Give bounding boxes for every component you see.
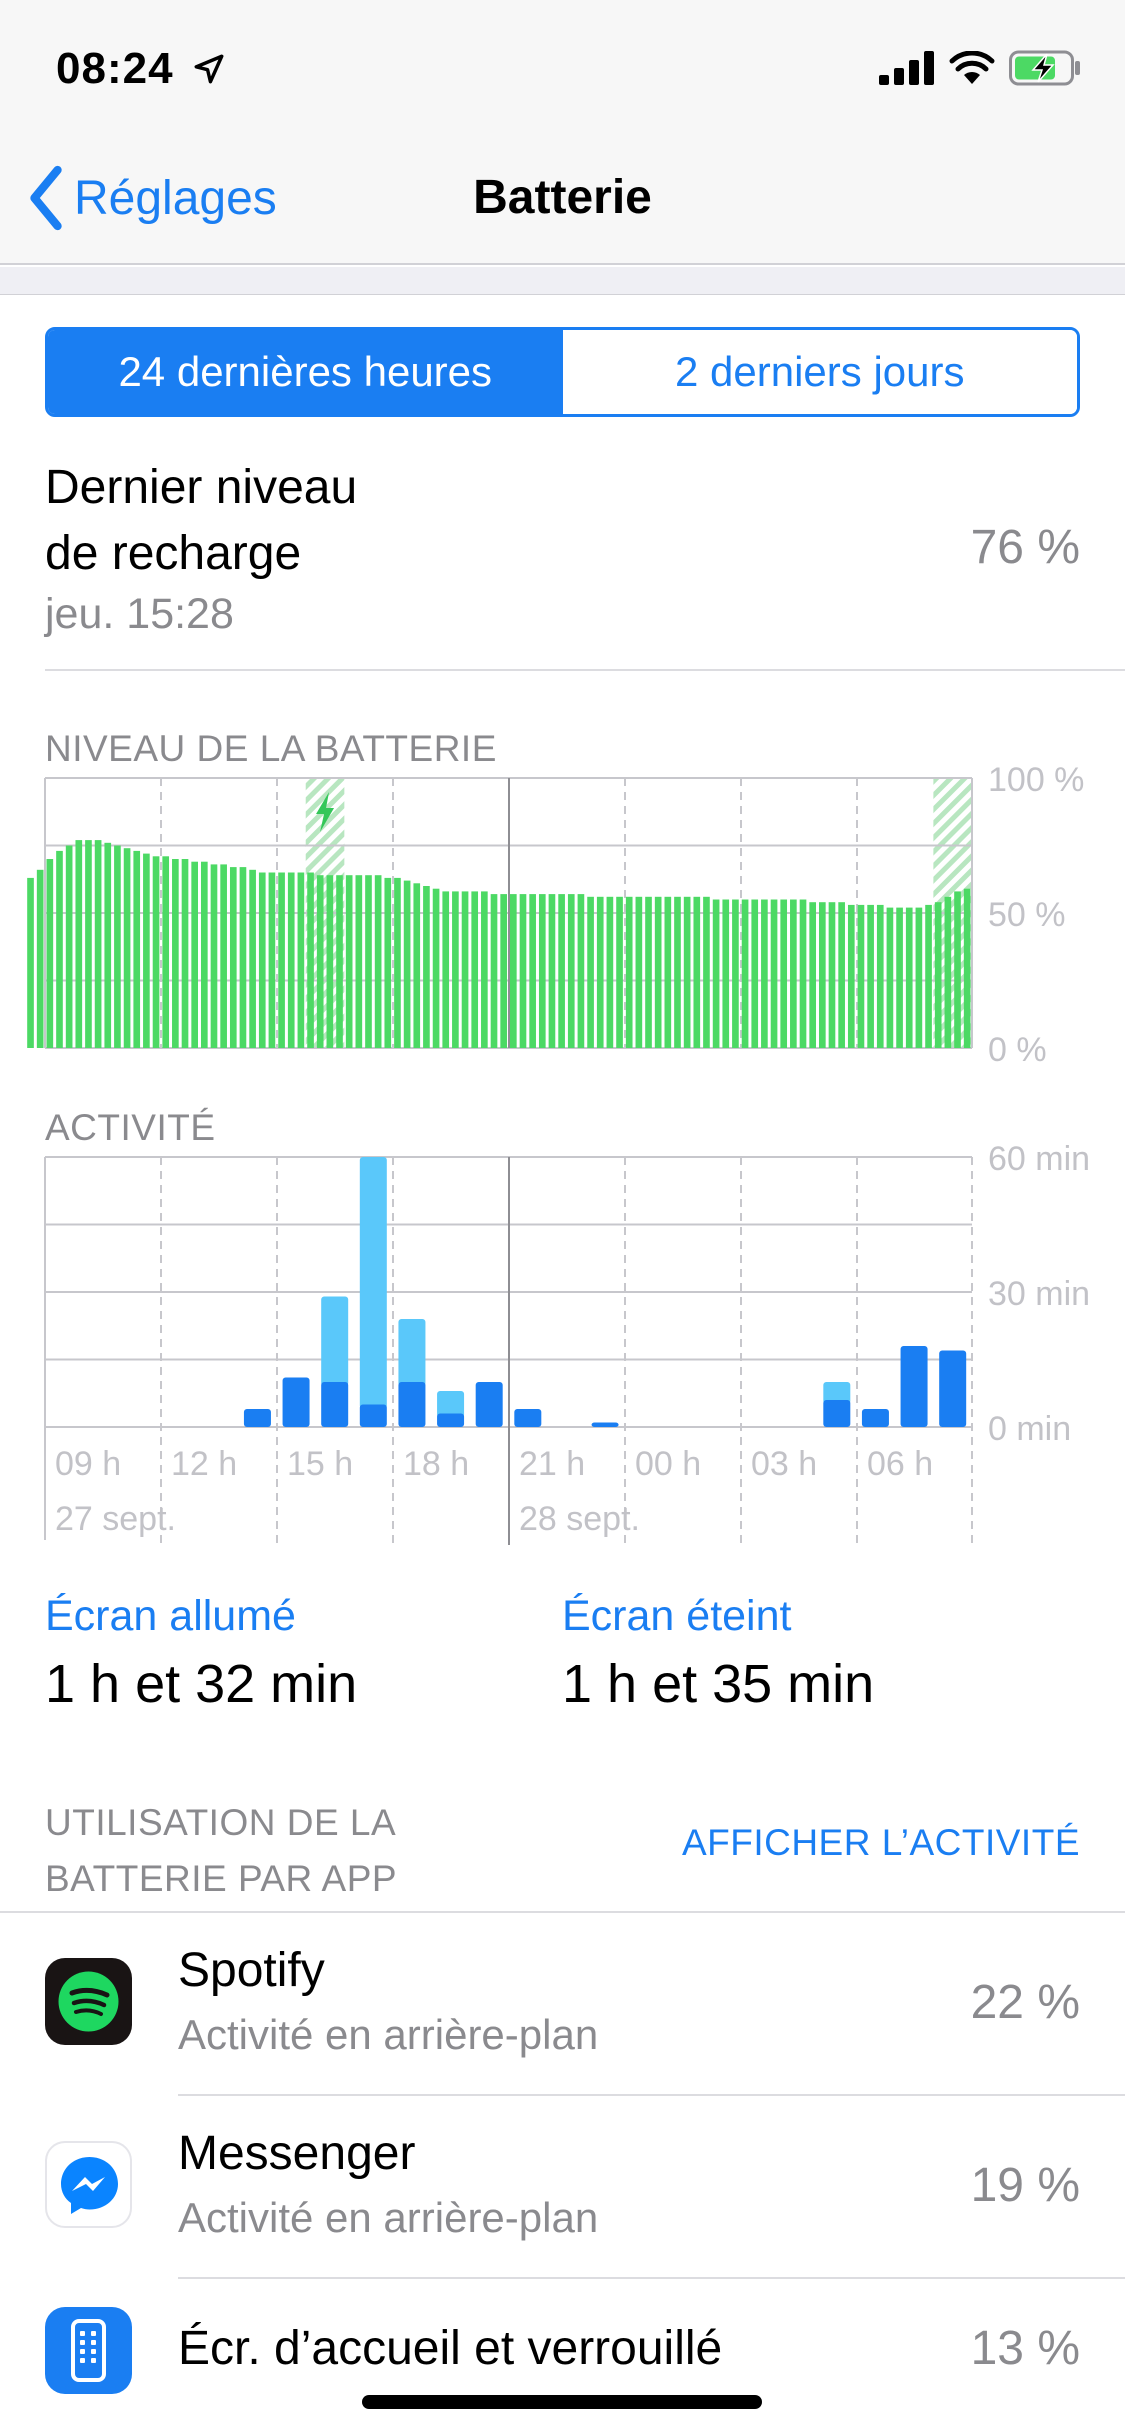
activity-bar-screen-on (437, 1413, 465, 1427)
home-screen-icon (45, 2307, 132, 2394)
date-label: 28 sept. (519, 1500, 640, 1538)
messenger-icon (45, 2141, 132, 2228)
activity-bar-screen-on (475, 1382, 503, 1427)
app-row-messenger[interactable]: Messenger Activité en arrière-plan 19 % (0, 2096, 1125, 2279)
activity-bar-screen-off (398, 1319, 426, 1386)
activity-bar-screen-off (321, 1296, 349, 1386)
activity-bar-screen-on (398, 1382, 426, 1427)
x-tick-label: 03 h (751, 1445, 817, 1483)
x-tick-label: 00 h (635, 1445, 701, 1483)
usage-header-line1: UTILISATION DE LA (45, 1802, 397, 1843)
app-name: Écr. d’accueil et verrouillé (178, 2322, 723, 2375)
x-tick-label: 21 h (519, 1445, 585, 1483)
activity-bar-screen-on (243, 1409, 271, 1427)
app-subtitle: Activité en arrière-plan (178, 2011, 599, 2058)
activity-bar-screen-on (321, 1382, 349, 1427)
usage-header-line2: BATTERIE PAR APP (45, 1858, 398, 1899)
usage-section-header: UTILISATION DE LA BATTERIE PAR APP (45, 1795, 397, 1907)
activity-bar-screen-on (939, 1350, 967, 1427)
activity-bar-screen-on (282, 1377, 310, 1427)
app-row-home-screen[interactable]: Écr. d’accueil et verrouillé 13 % (0, 2279, 1125, 2436)
activity-bar-screen-on (591, 1422, 619, 1427)
show-activity-button[interactable]: AFFICHER L’ACTIVITÉ (682, 1822, 1080, 1864)
app-name: Spotify (178, 1944, 325, 1997)
screen-on-value: 1 h et 32 min (45, 1654, 358, 1714)
activity-bar-screen-on (514, 1409, 542, 1427)
y-tick-label: 30 min (988, 1275, 1090, 1313)
y-tick-label: 60 min (988, 1140, 1090, 1178)
x-tick-label: 15 h (287, 1445, 353, 1483)
home-indicator[interactable] (362, 2395, 762, 2409)
x-tick-label: 18 h (403, 1445, 469, 1483)
date-label: 27 sept. (55, 1500, 176, 1538)
activity-bar-screen-on (359, 1404, 387, 1427)
x-tick-label: 12 h (171, 1445, 237, 1483)
activity-bar-screen-on (900, 1346, 928, 1427)
activity-bar-screen-on (823, 1400, 851, 1427)
activity-bar-screen-off (359, 1157, 387, 1409)
x-tick-label: 06 h (867, 1445, 933, 1483)
app-percent: 22 % (970, 1976, 1080, 2029)
app-row-spotify[interactable]: Spotify Activité en arrière-plan 22 % (0, 1913, 1125, 2096)
x-tick-label: 09 h (55, 1445, 121, 1483)
app-subtitle: Activité en arrière-plan (178, 2194, 599, 2241)
activity-chart: 60 min 30 min 0 min 09 h 12 h 15 h 18 h 21 h 00 … (44, 1140, 1090, 1545)
app-name: Messenger (178, 2127, 416, 2180)
screen-off-value: 1 h et 35 min (562, 1654, 875, 1714)
screen-off-label: Écran éteint (562, 1592, 792, 1640)
activity-bar-screen-on (861, 1409, 889, 1427)
screen-on-label: Écran allumé (45, 1592, 296, 1640)
app-percent: 19 % (970, 2159, 1080, 2212)
spotify-icon (45, 1958, 132, 2045)
app-percent: 13 % (970, 2322, 1080, 2375)
y-tick-label: 0 min (988, 1410, 1071, 1448)
